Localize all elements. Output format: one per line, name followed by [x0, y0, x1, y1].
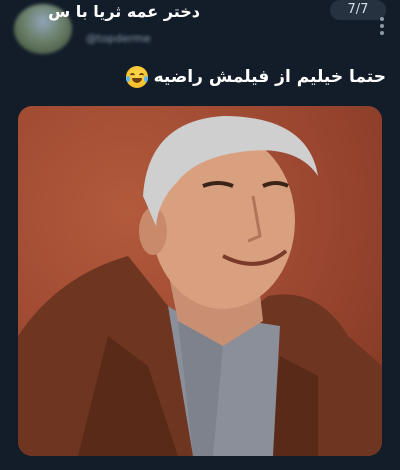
- post-image[interactable]: [18, 106, 382, 456]
- user-handle[interactable]: @topderme: [86, 32, 151, 45]
- face-with-tears-of-joy-icon: [125, 66, 148, 88]
- display-name[interactable]: دختر عمه ثریا با س: [48, 2, 200, 21]
- tweet-text: حتما خیلیم از فیلمش راضیه: [153, 67, 386, 87]
- tweet-text-row: حتما خیلیم از فیلمش راضیه: [125, 66, 386, 88]
- more-vertical-icon[interactable]: [378, 17, 386, 35]
- portrait-illustration: [18, 116, 382, 456]
